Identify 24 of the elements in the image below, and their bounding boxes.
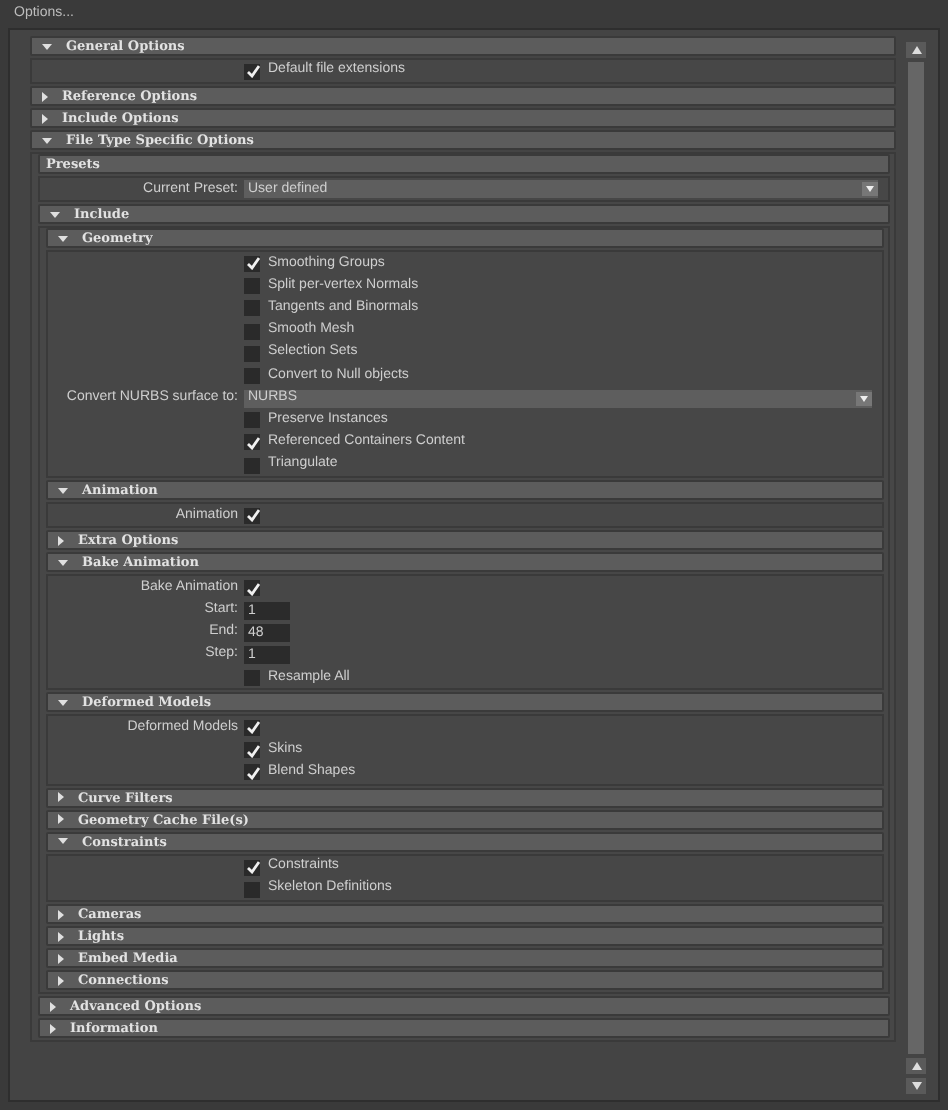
checkbox[interactable] [244, 764, 260, 781]
scrollbar-thumb[interactable] [908, 62, 924, 1054]
scroll-up-button[interactable] [906, 42, 926, 58]
checkbox[interactable] [244, 300, 260, 317]
checkbox[interactable] [244, 457, 260, 474]
checkbox[interactable] [244, 742, 260, 759]
scroll-down-button[interactable] [906, 1078, 926, 1094]
checkbox[interactable] [244, 63, 260, 80]
dropdown-arrow-icon [866, 186, 874, 193]
checkbox[interactable] [244, 669, 260, 686]
checkbox[interactable] [244, 881, 260, 898]
checkbox[interactable] [244, 255, 260, 272]
checkbox[interactable] [244, 345, 260, 362]
checkbox[interactable] [244, 367, 260, 384]
checkbox[interactable] [244, 580, 260, 597]
checkbox[interactable] [244, 278, 260, 295]
scroll-up-button[interactable] [906, 1058, 926, 1074]
checkbox[interactable] [244, 412, 260, 429]
checkbox[interactable] [244, 434, 260, 451]
dropdown-arrow-icon [860, 395, 868, 402]
checkbox[interactable] [244, 859, 260, 876]
checkbox[interactable] [244, 719, 260, 736]
checkbox[interactable] [244, 507, 260, 524]
checkbox[interactable] [244, 323, 260, 340]
